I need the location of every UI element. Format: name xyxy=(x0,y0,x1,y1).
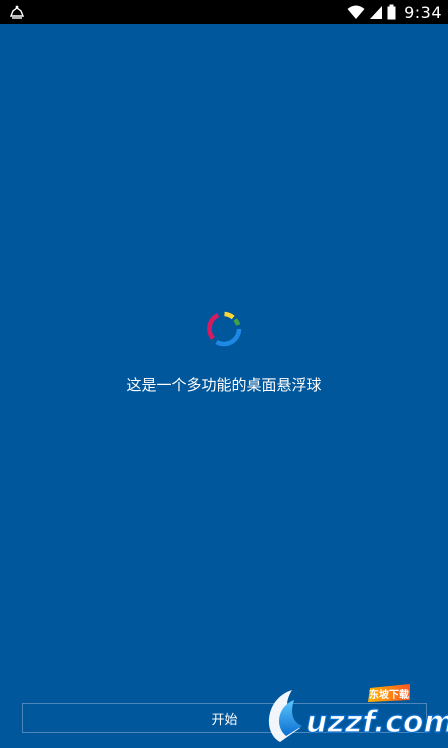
battery-icon xyxy=(387,4,396,20)
watermark-logo: 东坡下载 uzzf.com xyxy=(268,684,448,742)
wifi-icon xyxy=(347,5,365,19)
signal-icon xyxy=(370,6,383,19)
loading-ring-icon xyxy=(207,311,242,347)
ring-segment-blue xyxy=(215,328,242,347)
notification-icon xyxy=(9,5,25,19)
svg-text:东坡下载: 东坡下载 xyxy=(369,688,409,701)
ring-segment-green xyxy=(233,317,241,326)
status-bar: 9:34 xyxy=(0,0,448,24)
app-tagline: 这是一个多功能的桌面悬浮球 xyxy=(126,376,322,394)
svg-text:uzzf.com: uzzf.com xyxy=(306,705,448,740)
ring-segment-yellow xyxy=(224,311,235,320)
app-screen: 9:34 这是一个多功能的桌面悬浮球 开始 东坡下载 uzzf.com xyxy=(0,0,448,748)
status-icons: 9:34 xyxy=(347,0,442,24)
status-time: 9:34 xyxy=(404,2,442,22)
ring-segment-red xyxy=(207,313,220,340)
